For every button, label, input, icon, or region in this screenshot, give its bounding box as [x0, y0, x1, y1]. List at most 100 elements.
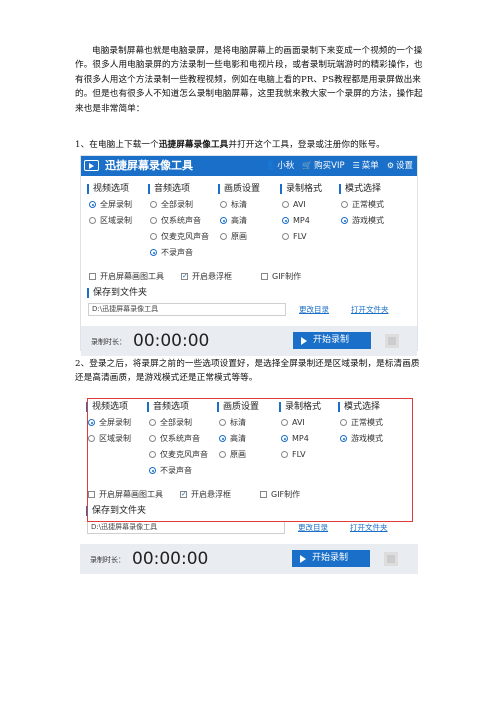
step1-text: 1、在电脑上下载一个迅捷屏幕录像工具并打开这个工具，登录或注册你的账号。 [75, 138, 425, 152]
settings-button[interactable]: ⚙ 设置 [387, 160, 413, 172]
buy-vip-label: 购买VIP [314, 161, 345, 171]
radio-button[interactable] [282, 233, 289, 240]
radio-option[interactable]: 原画 [220, 231, 247, 242]
radio-label: 正常模式 [352, 200, 384, 209]
radio-option[interactable]: AVI [282, 199, 306, 210]
play-icon [300, 554, 306, 563]
checkbox[interactable] [89, 273, 96, 280]
radio-label: 不录声音 [161, 248, 193, 257]
title-bar-actions: 👤 小秋 🛒 购买VIP ☰ 菜单 ⚙ 设置 [265, 160, 413, 172]
radio-button[interactable] [150, 233, 157, 240]
start-record-button[interactable]: 开始录制 [292, 550, 370, 567]
radio-button[interactable] [220, 233, 227, 240]
radio-button[interactable] [150, 201, 157, 208]
menu-button[interactable]: ☰ 菜单 [353, 160, 379, 172]
radio-label: 高清 [231, 216, 247, 225]
stop-button[interactable] [384, 552, 398, 566]
radio-button[interactable] [220, 201, 227, 208]
radio-label: 标清 [231, 200, 247, 209]
column-head: 模式选择 [338, 184, 382, 194]
record-duration-label: 录制时长： [90, 556, 125, 564]
extra-option[interactable]: GIF制作 [261, 271, 301, 282]
title-bar: 迅捷屏幕录像工具 👤 小秋 🛒 购买VIP ☰ 菜单 ⚙ 设置 [81, 156, 417, 176]
radio-label: 仅系统声音 [161, 216, 201, 225]
radio-option[interactable]: 不录声音 [150, 247, 193, 258]
column-head: 画质设置 [217, 184, 261, 194]
radio-button[interactable] [341, 217, 348, 224]
radio-button[interactable] [282, 201, 289, 208]
stop-button[interactable] [385, 334, 399, 348]
radio-label: 游戏模式 [352, 216, 384, 225]
radio-option[interactable]: 标清 [220, 199, 247, 210]
radio-label: 全屏录制 [100, 200, 132, 209]
radio-button[interactable] [150, 217, 157, 224]
record-timer: 00:00:00 [133, 331, 210, 351]
open-folder-link[interactable]: 打开文件夹 [351, 304, 389, 315]
step1-suffix: 并打开这个工具，登录或注册你的账号。 [228, 140, 385, 150]
radio-option[interactable]: 区域录制 [89, 215, 132, 226]
app-logo-icon [84, 160, 99, 171]
play-icon [301, 336, 307, 345]
radio-button[interactable] [150, 249, 157, 256]
save-folder-head: 保存到文件夹 [86, 288, 148, 298]
radio-button[interactable] [89, 201, 96, 208]
radio-label: AVI [293, 200, 306, 209]
intro-paragraph: 电脑录制屏幕也就是电脑录屏，是将电脑屏幕上的画面录制下来变成一个视频的一个操作。… [75, 46, 423, 114]
change-dir-link[interactable]: 更改目录 [299, 304, 329, 315]
record-duration-label: 录制时长： [91, 338, 126, 346]
radio-button[interactable] [341, 201, 348, 208]
save-path-input[interactable]: D:\迅捷屏幕录像工具 [88, 303, 286, 316]
radio-button[interactable] [89, 217, 96, 224]
column-head: 视频选项 [86, 184, 130, 194]
user-name: 小秋 [277, 161, 295, 171]
column-head: 音频选项 [147, 184, 191, 194]
step2-text: 2、登录之后，将录屏之前的一些选项设置好，是选择全屏录制还是区域录制，是标清画质… [75, 359, 420, 384]
menu-label: 菜单 [361, 161, 379, 171]
checkbox[interactable] [261, 273, 268, 280]
change-dir-link[interactable]: 更改目录 [298, 522, 328, 533]
radio-option[interactable]: FLV [282, 231, 307, 242]
extra-option[interactable]: 开启悬浮框 [181, 271, 232, 282]
checkbox-label: GIF制作 [272, 272, 302, 281]
radio-option[interactable]: 仅麦克风声音 [150, 231, 209, 242]
highlight-frame [87, 398, 413, 522]
start-record-button[interactable]: 开始录制 [293, 332, 371, 349]
record-bar: 录制时长： 00:00:00 开始录制 [81, 326, 417, 356]
user-icon: 👤 [265, 161, 276, 170]
gear-icon: ⚙ [386, 161, 394, 170]
app-window-1: 迅捷屏幕录像工具 👤 小秋 🛒 购买VIP ☰ 菜单 ⚙ 设置 视频选项全屏录制区域录制… [80, 155, 418, 356]
record-bar: 录制时长： 00:00:00 开始录制 [80, 544, 418, 574]
column-head: 录制格式 [279, 184, 323, 194]
radio-label: MP4 [293, 216, 310, 225]
radio-label: FLV [293, 232, 307, 241]
radio-button[interactable] [282, 217, 289, 224]
radio-label: 原画 [231, 232, 247, 241]
radio-option[interactable]: 游戏模式 [341, 215, 384, 226]
radio-button[interactable] [220, 217, 227, 224]
start-record-label: 开始录制 [313, 335, 350, 345]
radio-option[interactable]: 正常模式 [341, 199, 384, 210]
radio-option[interactable]: 全部录制 [150, 199, 193, 210]
radio-option[interactable]: 仅系统声音 [150, 215, 201, 226]
checkbox-label: 开启悬浮框 [192, 272, 232, 281]
radio-label: 区域录制 [100, 216, 132, 225]
menu-icon: ☰ [352, 161, 360, 170]
user-button[interactable]: 👤 小秋 [265, 160, 294, 172]
cart-icon: 🛒 [302, 161, 313, 170]
checkbox-label: 开启屏幕画图工具 [100, 272, 164, 281]
radio-label: 仅麦克风声音 [161, 232, 209, 241]
open-folder-link[interactable]: 打开文件夹 [350, 522, 388, 533]
radio-option[interactable]: MP4 [282, 215, 310, 226]
start-record-label: 开始录制 [312, 553, 349, 563]
buy-vip-button[interactable]: 🛒 购买VIP [302, 160, 344, 172]
radio-label: 全部录制 [161, 200, 193, 209]
step1-prefix: 1、在电脑上下载一个 [75, 140, 159, 150]
settings-label: 设置 [395, 161, 413, 171]
radio-option[interactable]: 高清 [220, 215, 247, 226]
checkbox[interactable] [181, 271, 188, 282]
save-path-input[interactable]: D:\迅捷屏幕录像工具 [87, 521, 285, 534]
radio-option[interactable]: 全屏录制 [89, 199, 132, 210]
step1-tool-name: 迅捷屏幕录像工具 [158, 140, 229, 150]
app-title: 迅捷屏幕录像工具 [105, 159, 193, 172]
extra-option[interactable]: 开启屏幕画图工具 [89, 271, 164, 282]
